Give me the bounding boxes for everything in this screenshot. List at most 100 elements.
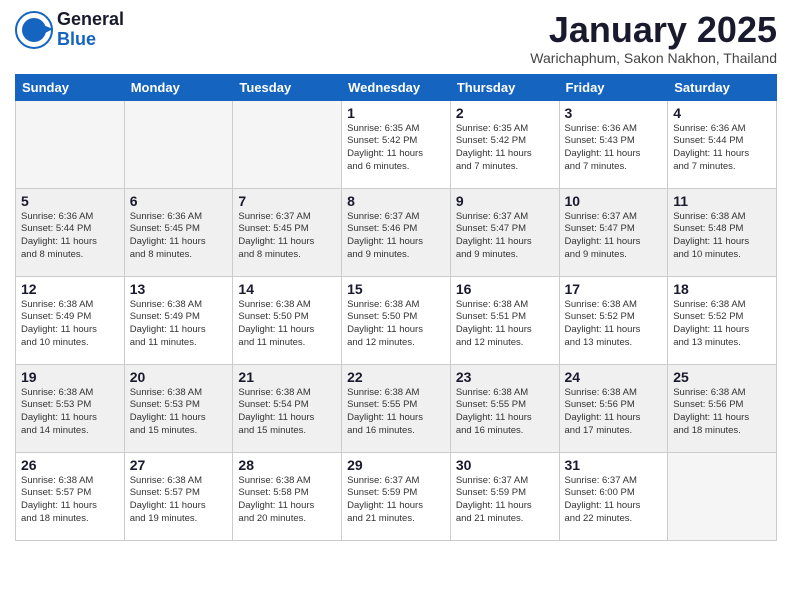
day-info: Sunrise: 6:38 AM Sunset: 5:50 PM Dayligh… xyxy=(347,299,445,350)
title-block: January 2025 Warichaphum, Sakon Nakhon, … xyxy=(530,10,777,66)
day-number: 7 xyxy=(238,193,336,209)
day-info: Sunrise: 6:38 AM Sunset: 5:49 PM Dayligh… xyxy=(130,299,228,350)
calendar-cell: 27Sunrise: 6:38 AM Sunset: 5:57 PM Dayli… xyxy=(124,452,233,540)
day-number: 23 xyxy=(456,369,554,385)
calendar-cell: 30 Sunrise: 6:37 AM Sunset: 5:59 PM Dayli… xyxy=(450,452,559,540)
day-number: 6 xyxy=(130,193,228,209)
day-number: 17 xyxy=(565,281,663,297)
day-number: 22 xyxy=(347,369,445,385)
calendar-cell: 12Sunrise: 6:38 AM Sunset: 5:49 PM Dayli… xyxy=(16,276,125,364)
calendar-week-row: 12Sunrise: 6:38 AM Sunset: 5:49 PM Dayli… xyxy=(16,276,777,364)
day-info: Sunrise: 6:37 AM Sunset: 5:46 PM Dayligh… xyxy=(347,211,445,262)
day-info: Sunrise: 6:37 AM Sunset: 6:00 PM Dayligh… xyxy=(565,475,663,526)
calendar-cell: 31 Sunrise: 6:37 AM Sunset: 6:00 PM Dayli… xyxy=(559,452,668,540)
calendar-cell xyxy=(233,100,342,188)
calendar-cell: 14 Sunrise: 6:38 AM Sunset: 5:50 PM Dayli… xyxy=(233,276,342,364)
calendar-cell: 21Sunrise: 6:38 AM Sunset: 5:54 PM Dayli… xyxy=(233,364,342,452)
day-number: 4 xyxy=(673,105,771,121)
day-info: Sunrise: 6:38 AM Sunset: 5:53 PM Dayligh… xyxy=(21,387,119,438)
calendar-cell: 11Sunrise: 6:38 AM Sunset: 5:48 PM Dayli… xyxy=(668,188,777,276)
weekday-header-tuesday: Tuesday xyxy=(233,74,342,100)
day-number: 10 xyxy=(565,193,663,209)
day-info: Sunrise: 6:37 AM Sunset: 5:47 PM Dayligh… xyxy=(456,211,554,262)
day-info: Sunrise: 6:38 AM Sunset: 5:50 PM Dayligh… xyxy=(238,299,336,350)
calendar-cell: 15 Sunrise: 6:38 AM Sunset: 5:50 PM Dayli… xyxy=(342,276,451,364)
calendar-cell: 2 Sunrise: 6:35 AM Sunset: 5:42 PM Daylig… xyxy=(450,100,559,188)
day-number: 5 xyxy=(21,193,119,209)
day-number: 31 xyxy=(565,457,663,473)
calendar: SundayMondayTuesdayWednesdayThursdayFrid… xyxy=(15,74,777,541)
calendar-cell: 9Sunrise: 6:37 AM Sunset: 5:47 PM Daylig… xyxy=(450,188,559,276)
location: Warichaphum, Sakon Nakhon, Thailand xyxy=(530,50,777,66)
logo-general: General xyxy=(57,10,124,30)
page: General Blue January 2025 Warichaphum, S… xyxy=(0,0,792,612)
day-number: 20 xyxy=(130,369,228,385)
day-info: Sunrise: 6:38 AM Sunset: 5:51 PM Dayligh… xyxy=(456,299,554,350)
calendar-cell: 5 Sunrise: 6:36 AM Sunset: 5:44 PM Daylig… xyxy=(16,188,125,276)
day-info: Sunrise: 6:36 AM Sunset: 5:44 PM Dayligh… xyxy=(673,123,771,174)
day-info: Sunrise: 6:38 AM Sunset: 5:56 PM Dayligh… xyxy=(565,387,663,438)
day-info: Sunrise: 6:38 AM Sunset: 5:55 PM Dayligh… xyxy=(456,387,554,438)
day-info: Sunrise: 6:38 AM Sunset: 5:49 PM Dayligh… xyxy=(21,299,119,350)
day-info: Sunrise: 6:35 AM Sunset: 5:42 PM Dayligh… xyxy=(347,123,445,174)
calendar-cell: 23 Sunrise: 6:38 AM Sunset: 5:55 PM Dayli… xyxy=(450,364,559,452)
calendar-week-row: 19 Sunrise: 6:38 AM Sunset: 5:53 PM Dayli… xyxy=(16,364,777,452)
weekday-header-sunday: Sunday xyxy=(16,74,125,100)
day-info: Sunrise: 6:36 AM Sunset: 5:44 PM Dayligh… xyxy=(21,211,119,262)
calendar-week-row: 26 Sunrise: 6:38 AM Sunset: 5:57 PM Dayli… xyxy=(16,452,777,540)
day-number: 28 xyxy=(238,457,336,473)
calendar-cell: 29 Sunrise: 6:37 AM Sunset: 5:59 PM Dayli… xyxy=(342,452,451,540)
calendar-cell xyxy=(124,100,233,188)
calendar-cell: 17 Sunrise: 6:38 AM Sunset: 5:52 PM Dayli… xyxy=(559,276,668,364)
day-info: Sunrise: 6:38 AM Sunset: 5:57 PM Dayligh… xyxy=(21,475,119,526)
calendar-cell: 26 Sunrise: 6:38 AM Sunset: 5:57 PM Dayli… xyxy=(16,452,125,540)
logo-icon xyxy=(15,11,53,49)
logo-blue: Blue xyxy=(57,30,124,50)
calendar-cell: 19 Sunrise: 6:38 AM Sunset: 5:53 PM Dayli… xyxy=(16,364,125,452)
calendar-cell: 28Sunrise: 6:38 AM Sunset: 5:58 PM Dayli… xyxy=(233,452,342,540)
calendar-cell: 8 Sunrise: 6:37 AM Sunset: 5:46 PM Daylig… xyxy=(342,188,451,276)
day-info: Sunrise: 6:36 AM Sunset: 5:43 PM Dayligh… xyxy=(565,123,663,174)
calendar-cell: 3 Sunrise: 6:36 AM Sunset: 5:43 PM Daylig… xyxy=(559,100,668,188)
day-number: 13 xyxy=(130,281,228,297)
day-number: 29 xyxy=(347,457,445,473)
calendar-cell xyxy=(16,100,125,188)
day-number: 8 xyxy=(347,193,445,209)
day-info: Sunrise: 6:37 AM Sunset: 5:45 PM Dayligh… xyxy=(238,211,336,262)
day-info: Sunrise: 6:36 AM Sunset: 5:45 PM Dayligh… xyxy=(130,211,228,262)
calendar-cell xyxy=(668,452,777,540)
day-number: 14 xyxy=(238,281,336,297)
day-info: Sunrise: 6:38 AM Sunset: 5:55 PM Dayligh… xyxy=(347,387,445,438)
calendar-cell: 18 Sunrise: 6:38 AM Sunset: 5:52 PM Dayli… xyxy=(668,276,777,364)
day-info: Sunrise: 6:38 AM Sunset: 5:52 PM Dayligh… xyxy=(565,299,663,350)
day-number: 1 xyxy=(347,105,445,121)
day-info: Sunrise: 6:37 AM Sunset: 5:59 PM Dayligh… xyxy=(456,475,554,526)
day-info: Sunrise: 6:37 AM Sunset: 5:47 PM Dayligh… xyxy=(565,211,663,262)
day-info: Sunrise: 6:37 AM Sunset: 5:59 PM Dayligh… xyxy=(347,475,445,526)
day-info: Sunrise: 6:38 AM Sunset: 5:52 PM Dayligh… xyxy=(673,299,771,350)
weekday-header-friday: Friday xyxy=(559,74,668,100)
calendar-week-row: 5 Sunrise: 6:36 AM Sunset: 5:44 PM Daylig… xyxy=(16,188,777,276)
calendar-cell: 22 Sunrise: 6:38 AM Sunset: 5:55 PM Dayli… xyxy=(342,364,451,452)
day-number: 3 xyxy=(565,105,663,121)
day-number: 26 xyxy=(21,457,119,473)
calendar-cell: 25Sunrise: 6:38 AM Sunset: 5:56 PM Dayli… xyxy=(668,364,777,452)
day-number: 19 xyxy=(21,369,119,385)
day-number: 21 xyxy=(238,369,336,385)
header: General Blue January 2025 Warichaphum, S… xyxy=(15,10,777,66)
weekday-header-wednesday: Wednesday xyxy=(342,74,451,100)
weekday-header-saturday: Saturday xyxy=(668,74,777,100)
weekday-header-row: SundayMondayTuesdayWednesdayThursdayFrid… xyxy=(16,74,777,100)
day-number: 15 xyxy=(347,281,445,297)
day-number: 11 xyxy=(673,193,771,209)
day-info: Sunrise: 6:38 AM Sunset: 5:57 PM Dayligh… xyxy=(130,475,228,526)
month-title: January 2025 xyxy=(530,10,777,50)
logo: General Blue xyxy=(15,10,124,50)
day-info: Sunrise: 6:38 AM Sunset: 5:53 PM Dayligh… xyxy=(130,387,228,438)
day-info: Sunrise: 6:35 AM Sunset: 5:42 PM Dayligh… xyxy=(456,123,554,174)
calendar-cell: 4 Sunrise: 6:36 AM Sunset: 5:44 PM Daylig… xyxy=(668,100,777,188)
day-number: 2 xyxy=(456,105,554,121)
calendar-cell: 16Sunrise: 6:38 AM Sunset: 5:51 PM Dayli… xyxy=(450,276,559,364)
day-number: 30 xyxy=(456,457,554,473)
day-number: 18 xyxy=(673,281,771,297)
